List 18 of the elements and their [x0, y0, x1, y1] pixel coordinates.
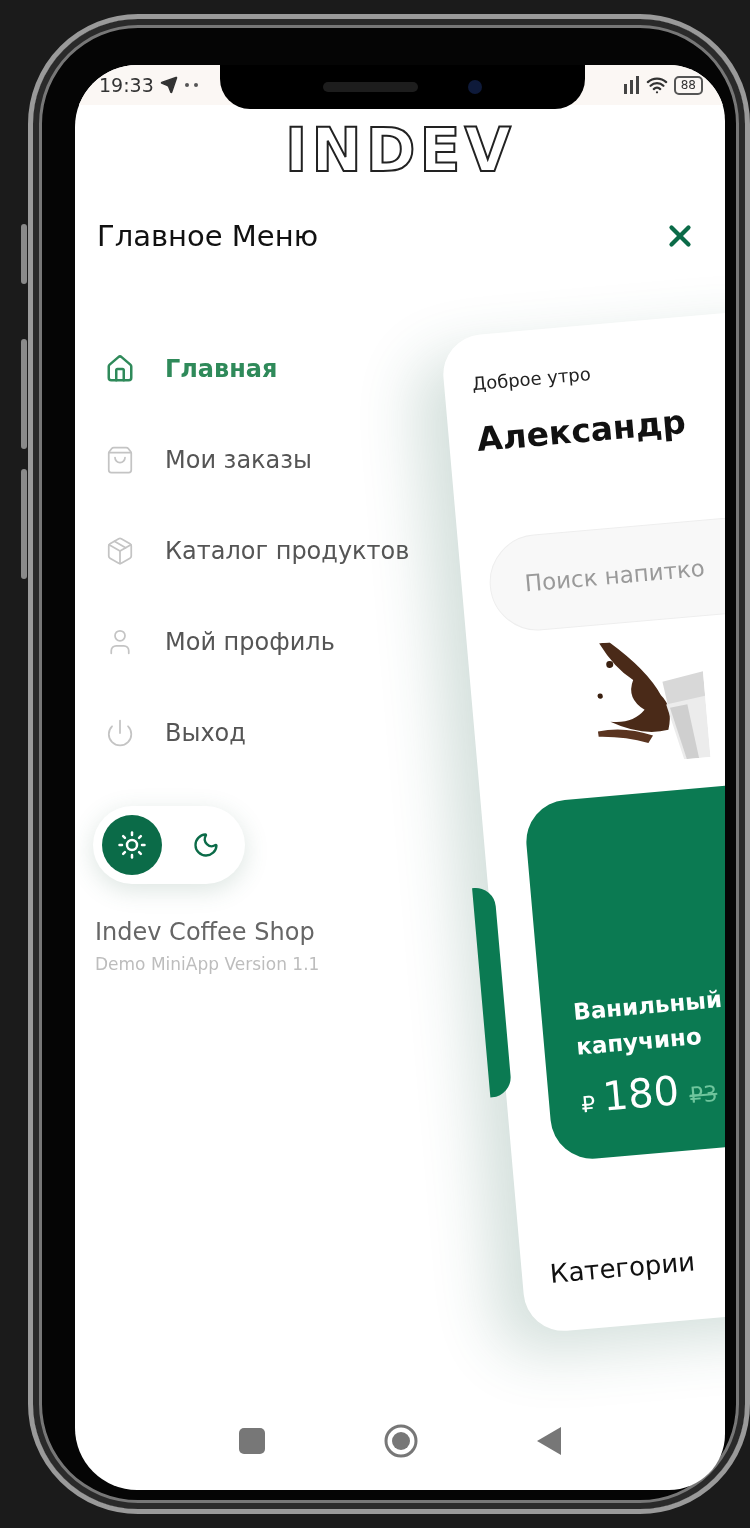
- menu-item[interactable]: Выход: [105, 687, 440, 778]
- app-version: Demo MiniApp Version 1.1: [95, 954, 321, 974]
- menu-item[interactable]: Мой профиль: [105, 596, 440, 687]
- menu-item[interactable]: Главная: [105, 323, 440, 414]
- app-name: Indev Coffee Shop: [95, 918, 316, 946]
- logo: INDEV: [285, 115, 515, 185]
- battery-indicator: 88: [673, 75, 703, 95]
- status-time: 19:33: [99, 74, 154, 96]
- greeting: Доброе утро: [471, 362, 593, 395]
- menu-item[interactable]: Каталог продуктов: [105, 505, 440, 596]
- menu-item[interactable]: Мои заказы: [105, 414, 440, 505]
- product-name: Ванильный капучино: [571, 985, 725, 1062]
- currency-sign: ₽: [580, 1091, 597, 1118]
- user-name: Александр: [475, 401, 689, 460]
- section-title: Категории: [548, 1245, 698, 1289]
- menu-title: Главное Меню: [97, 219, 319, 253]
- product-price: 180: [600, 1067, 681, 1120]
- old-price: ₽3: [688, 1080, 719, 1109]
